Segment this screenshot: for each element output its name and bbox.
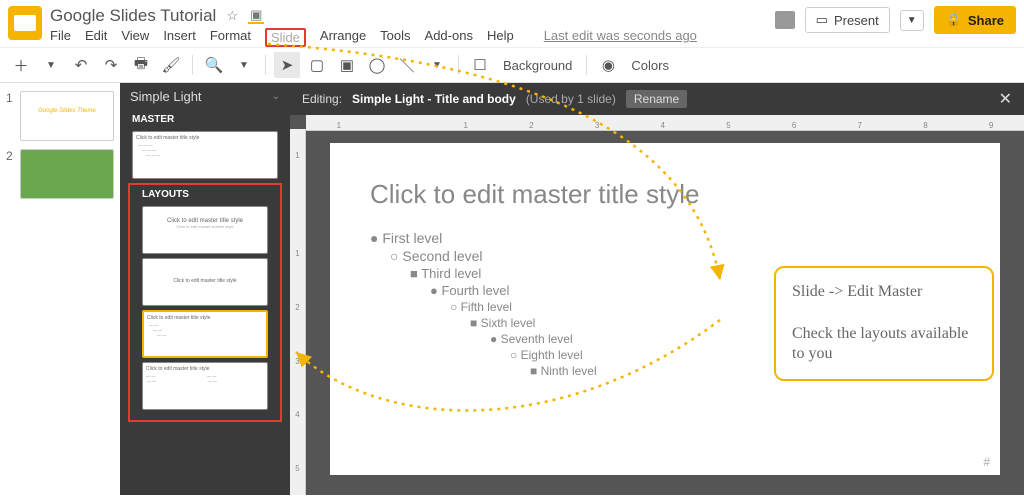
menu-help[interactable]: Help <box>487 28 514 47</box>
close-icon[interactable]: ✕ <box>999 89 1012 109</box>
rename-button[interactable]: Rename <box>626 90 687 108</box>
slide-thumb-1[interactable]: Google Slides Theme <box>20 91 114 141</box>
image-tool[interactable]: ▣ <box>334 52 360 78</box>
share-button[interactable]: 🔒 Share <box>934 6 1016 34</box>
textbox-tool[interactable]: ▢ <box>304 52 330 78</box>
shape-tool[interactable]: ◯ <box>364 52 390 78</box>
layout-thumb-text: Click to edit master title style <box>146 366 264 372</box>
layouts-section-label: LAYOUTS <box>130 185 280 202</box>
doc-title[interactable]: Google Slides Tutorial <box>50 6 216 26</box>
menu-addons[interactable]: Add-ons <box>425 28 473 47</box>
theme-dropdown-icon[interactable]: ⌄ <box>272 91 280 102</box>
menu-bar: File Edit View Insert Format Slide Arran… <box>50 28 775 47</box>
present-label: Present <box>834 13 879 28</box>
slide-number: 2 <box>6 149 13 163</box>
new-slide-dropdown[interactable]: ▼ <box>38 52 64 78</box>
placeholder-tool[interactable]: ☐ <box>467 52 493 78</box>
master-section-label: MASTER <box>120 110 290 127</box>
line-dropdown[interactable]: ▼ <box>424 52 450 78</box>
undo-button[interactable]: ↶ <box>68 52 94 78</box>
line-tool[interactable]: ＼ <box>394 52 420 78</box>
colors-icon: ◉ <box>595 52 621 78</box>
annotation-callout: Slide -> Edit Master Check the layouts a… <box>774 266 994 381</box>
toolbar: ＋ ▼ ↶ ↷ 🖶 🖌 🔍 ▼ ➤ ▢ ▣ ◯ ＼ ▼ ☐ Background… <box>0 47 1024 83</box>
filmstrip: 1 Google Slides Theme 2 <box>0 83 120 495</box>
share-label: Share <box>968 13 1004 28</box>
menu-insert[interactable]: Insert <box>163 28 196 47</box>
layout-thumb[interactable]: Click to edit master title style <box>142 258 268 306</box>
slides-logo-icon <box>8 6 42 40</box>
vertical-ruler: 112345 <box>290 129 306 495</box>
slide-thumb-2[interactable] <box>20 149 114 199</box>
bullet-level-2: Second level <box>390 248 960 264</box>
present-button[interactable]: ▭ Present <box>805 7 890 33</box>
editing-label: Editing: <box>302 92 342 106</box>
layout-thumb[interactable]: Click to edit master title style — — — —… <box>142 362 268 410</box>
page-number-placeholder: # <box>983 455 990 469</box>
master-thumb[interactable]: Click to edit master title style — — — —… <box>132 131 278 179</box>
lock-icon: 🔒 <box>946 12 962 28</box>
menu-edit[interactable]: Edit <box>85 28 107 47</box>
callout-line1: Slide -> Edit Master <box>792 282 976 303</box>
zoom-dropdown[interactable]: ▼ <box>231 52 257 78</box>
star-icon[interactable]: ☆ <box>224 8 240 24</box>
colors-button[interactable]: Colors <box>625 58 675 73</box>
horizontal-ruler: 1123456789 <box>306 115 1024 131</box>
menu-view[interactable]: View <box>121 28 149 47</box>
callout-line2: Check the layouts available to you <box>792 324 976 366</box>
paint-format-button[interactable]: 🖌 <box>158 52 184 78</box>
master-title-placeholder[interactable]: Click to edit master title style <box>370 179 960 210</box>
menu-format[interactable]: Format <box>210 28 251 47</box>
edit-bar: Editing: Simple Light - Title and body (… <box>290 83 1024 115</box>
menu-tools[interactable]: Tools <box>380 28 410 47</box>
thumb-text: Google Slides Theme <box>25 108 109 114</box>
editing-title: Simple Light - Title and body <box>352 92 516 106</box>
zoom-button[interactable]: 🔍 <box>201 52 227 78</box>
move-icon[interactable]: ▣ <box>248 8 264 24</box>
background-button[interactable]: Background <box>497 58 578 73</box>
bullet-level-1: First level <box>370 230 960 246</box>
layout-thumb-text: Click to edit master title style <box>146 278 264 284</box>
layout-thumb-selected[interactable]: Click to edit master title style — — — —… <box>142 310 268 358</box>
editing-usage: (Used by 1 slide) <box>526 92 616 106</box>
header: Google Slides Tutorial ☆ ▣ File Edit Vie… <box>0 0 1024 47</box>
redo-button[interactable]: ↷ <box>98 52 124 78</box>
print-button[interactable]: 🖶 <box>128 52 154 78</box>
present-dropdown[interactable]: ▼ <box>900 10 924 31</box>
layout-thumb[interactable]: Click to edit master title style Click t… <box>142 206 268 254</box>
theme-name: Simple Light <box>130 89 202 104</box>
menu-file[interactable]: File <box>50 28 71 47</box>
master-thumb-text: Click to edit master title style <box>136 135 274 141</box>
layouts-highlight-box: LAYOUTS Click to edit master title style… <box>128 183 282 422</box>
menu-slide[interactable]: Slide <box>265 28 306 47</box>
menu-arrange[interactable]: Arrange <box>320 28 366 47</box>
master-panel: Simple Light ⌄ MASTER Click to edit mast… <box>120 83 290 495</box>
new-slide-button[interactable]: ＋ <box>8 52 34 78</box>
comments-icon[interactable] <box>775 11 795 29</box>
last-edit-link[interactable]: Last edit was seconds ago <box>544 28 697 47</box>
slide-number: 1 <box>6 91 13 105</box>
select-tool[interactable]: ➤ <box>274 52 300 78</box>
layout-thumb-text: Click to edit master title style <box>147 315 263 321</box>
present-icon: ▭ <box>816 12 828 28</box>
